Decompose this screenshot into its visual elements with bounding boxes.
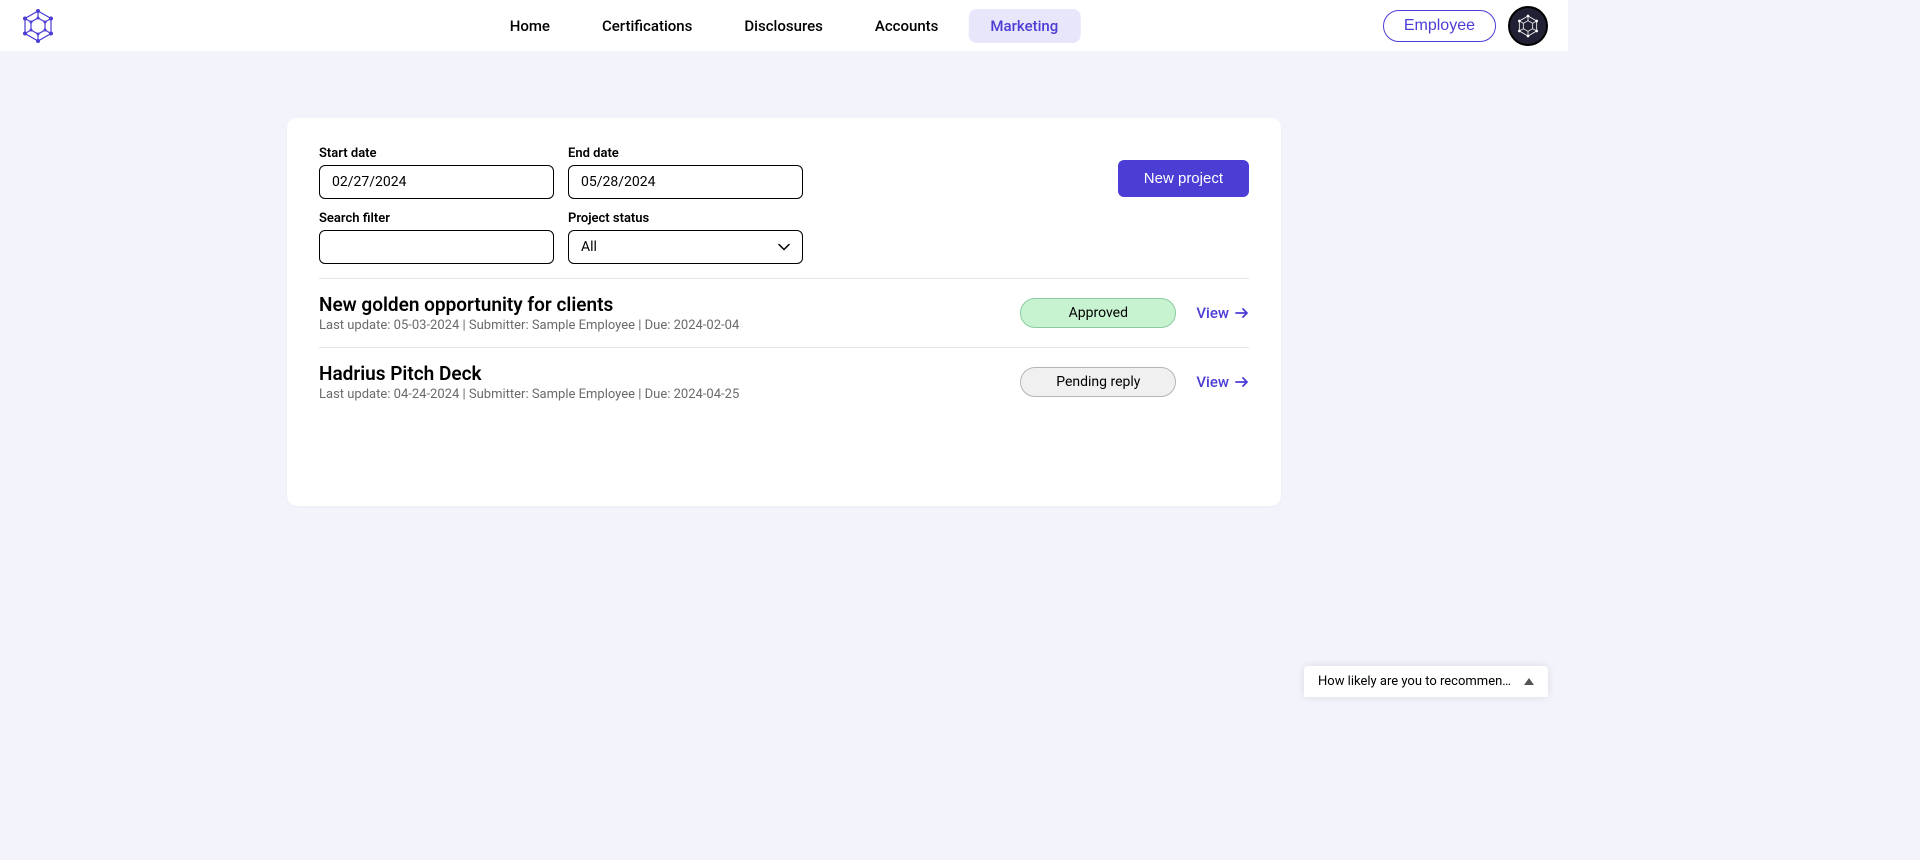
- main-nav: Home Certifications Disclosures Accounts…: [488, 9, 1081, 43]
- filters-row: Start date End date Search filte: [319, 146, 1249, 264]
- nav-marketing[interactable]: Marketing: [968, 9, 1080, 43]
- new-project-button[interactable]: New project: [1118, 160, 1249, 197]
- chevron-down-icon: [778, 241, 790, 253]
- logo-icon: [20, 8, 56, 44]
- filters: Start date End date Search filte: [319, 146, 803, 264]
- project-title: New golden opportunity for clients: [319, 293, 739, 316]
- nav-home[interactable]: Home: [488, 9, 572, 43]
- project-status-label: Project status: [568, 211, 803, 226]
- avatar[interactable]: [1508, 6, 1548, 46]
- status-badge: Pending reply: [1020, 367, 1176, 397]
- project-status-select[interactable]: All: [568, 230, 803, 264]
- arrow-right-icon: [1235, 375, 1249, 389]
- project-list: New golden opportunity for clients Last …: [319, 278, 1249, 416]
- nav-certifications[interactable]: Certifications: [580, 9, 714, 43]
- status-badge: Approved: [1020, 298, 1176, 328]
- project-meta: Last update: 05-03-2024 | Submitter: Sam…: [319, 318, 739, 333]
- end-date-input[interactable]: [568, 165, 803, 199]
- header-right: Employee: [1383, 6, 1548, 46]
- project-title: Hadrius Pitch Deck: [319, 362, 739, 385]
- nav-accounts[interactable]: Accounts: [853, 9, 961, 43]
- view-link[interactable]: View: [1196, 373, 1249, 391]
- app-logo[interactable]: [20, 8, 56, 44]
- search-filter-label: Search filter: [319, 211, 554, 226]
- feedback-text: How likely are you to recommen…: [1318, 674, 1511, 689]
- search-filter-input[interactable]: [319, 230, 554, 264]
- project-status-value: All: [581, 239, 597, 255]
- arrow-right-icon: [1235, 306, 1249, 320]
- avatar-icon: [1516, 14, 1540, 38]
- search-filter-field[interactable]: [332, 239, 541, 255]
- project-row: New golden opportunity for clients Last …: [319, 278, 1249, 347]
- projects-card: Start date End date Search filte: [287, 118, 1281, 506]
- end-date-label: End date: [568, 146, 803, 161]
- expand-up-icon: [1524, 678, 1534, 685]
- view-link[interactable]: View: [1196, 304, 1249, 322]
- header: Home Certifications Disclosures Accounts…: [0, 0, 1568, 52]
- employee-button[interactable]: Employee: [1383, 10, 1496, 42]
- start-date-input[interactable]: [319, 165, 554, 199]
- view-label: View: [1196, 373, 1229, 391]
- project-row: Hadrius Pitch Deck Last update: 04-24-20…: [319, 347, 1249, 416]
- nav-disclosures[interactable]: Disclosures: [722, 9, 844, 43]
- project-meta: Last update: 04-24-2024 | Submitter: Sam…: [319, 387, 739, 402]
- view-label: View: [1196, 304, 1229, 322]
- start-date-label: Start date: [319, 146, 554, 161]
- main-content: Start date End date Search filte: [0, 52, 1568, 506]
- start-date-field[interactable]: [332, 174, 541, 190]
- feedback-widget[interactable]: How likely are you to recommen…: [1304, 666, 1548, 697]
- end-date-field[interactable]: [581, 174, 790, 190]
